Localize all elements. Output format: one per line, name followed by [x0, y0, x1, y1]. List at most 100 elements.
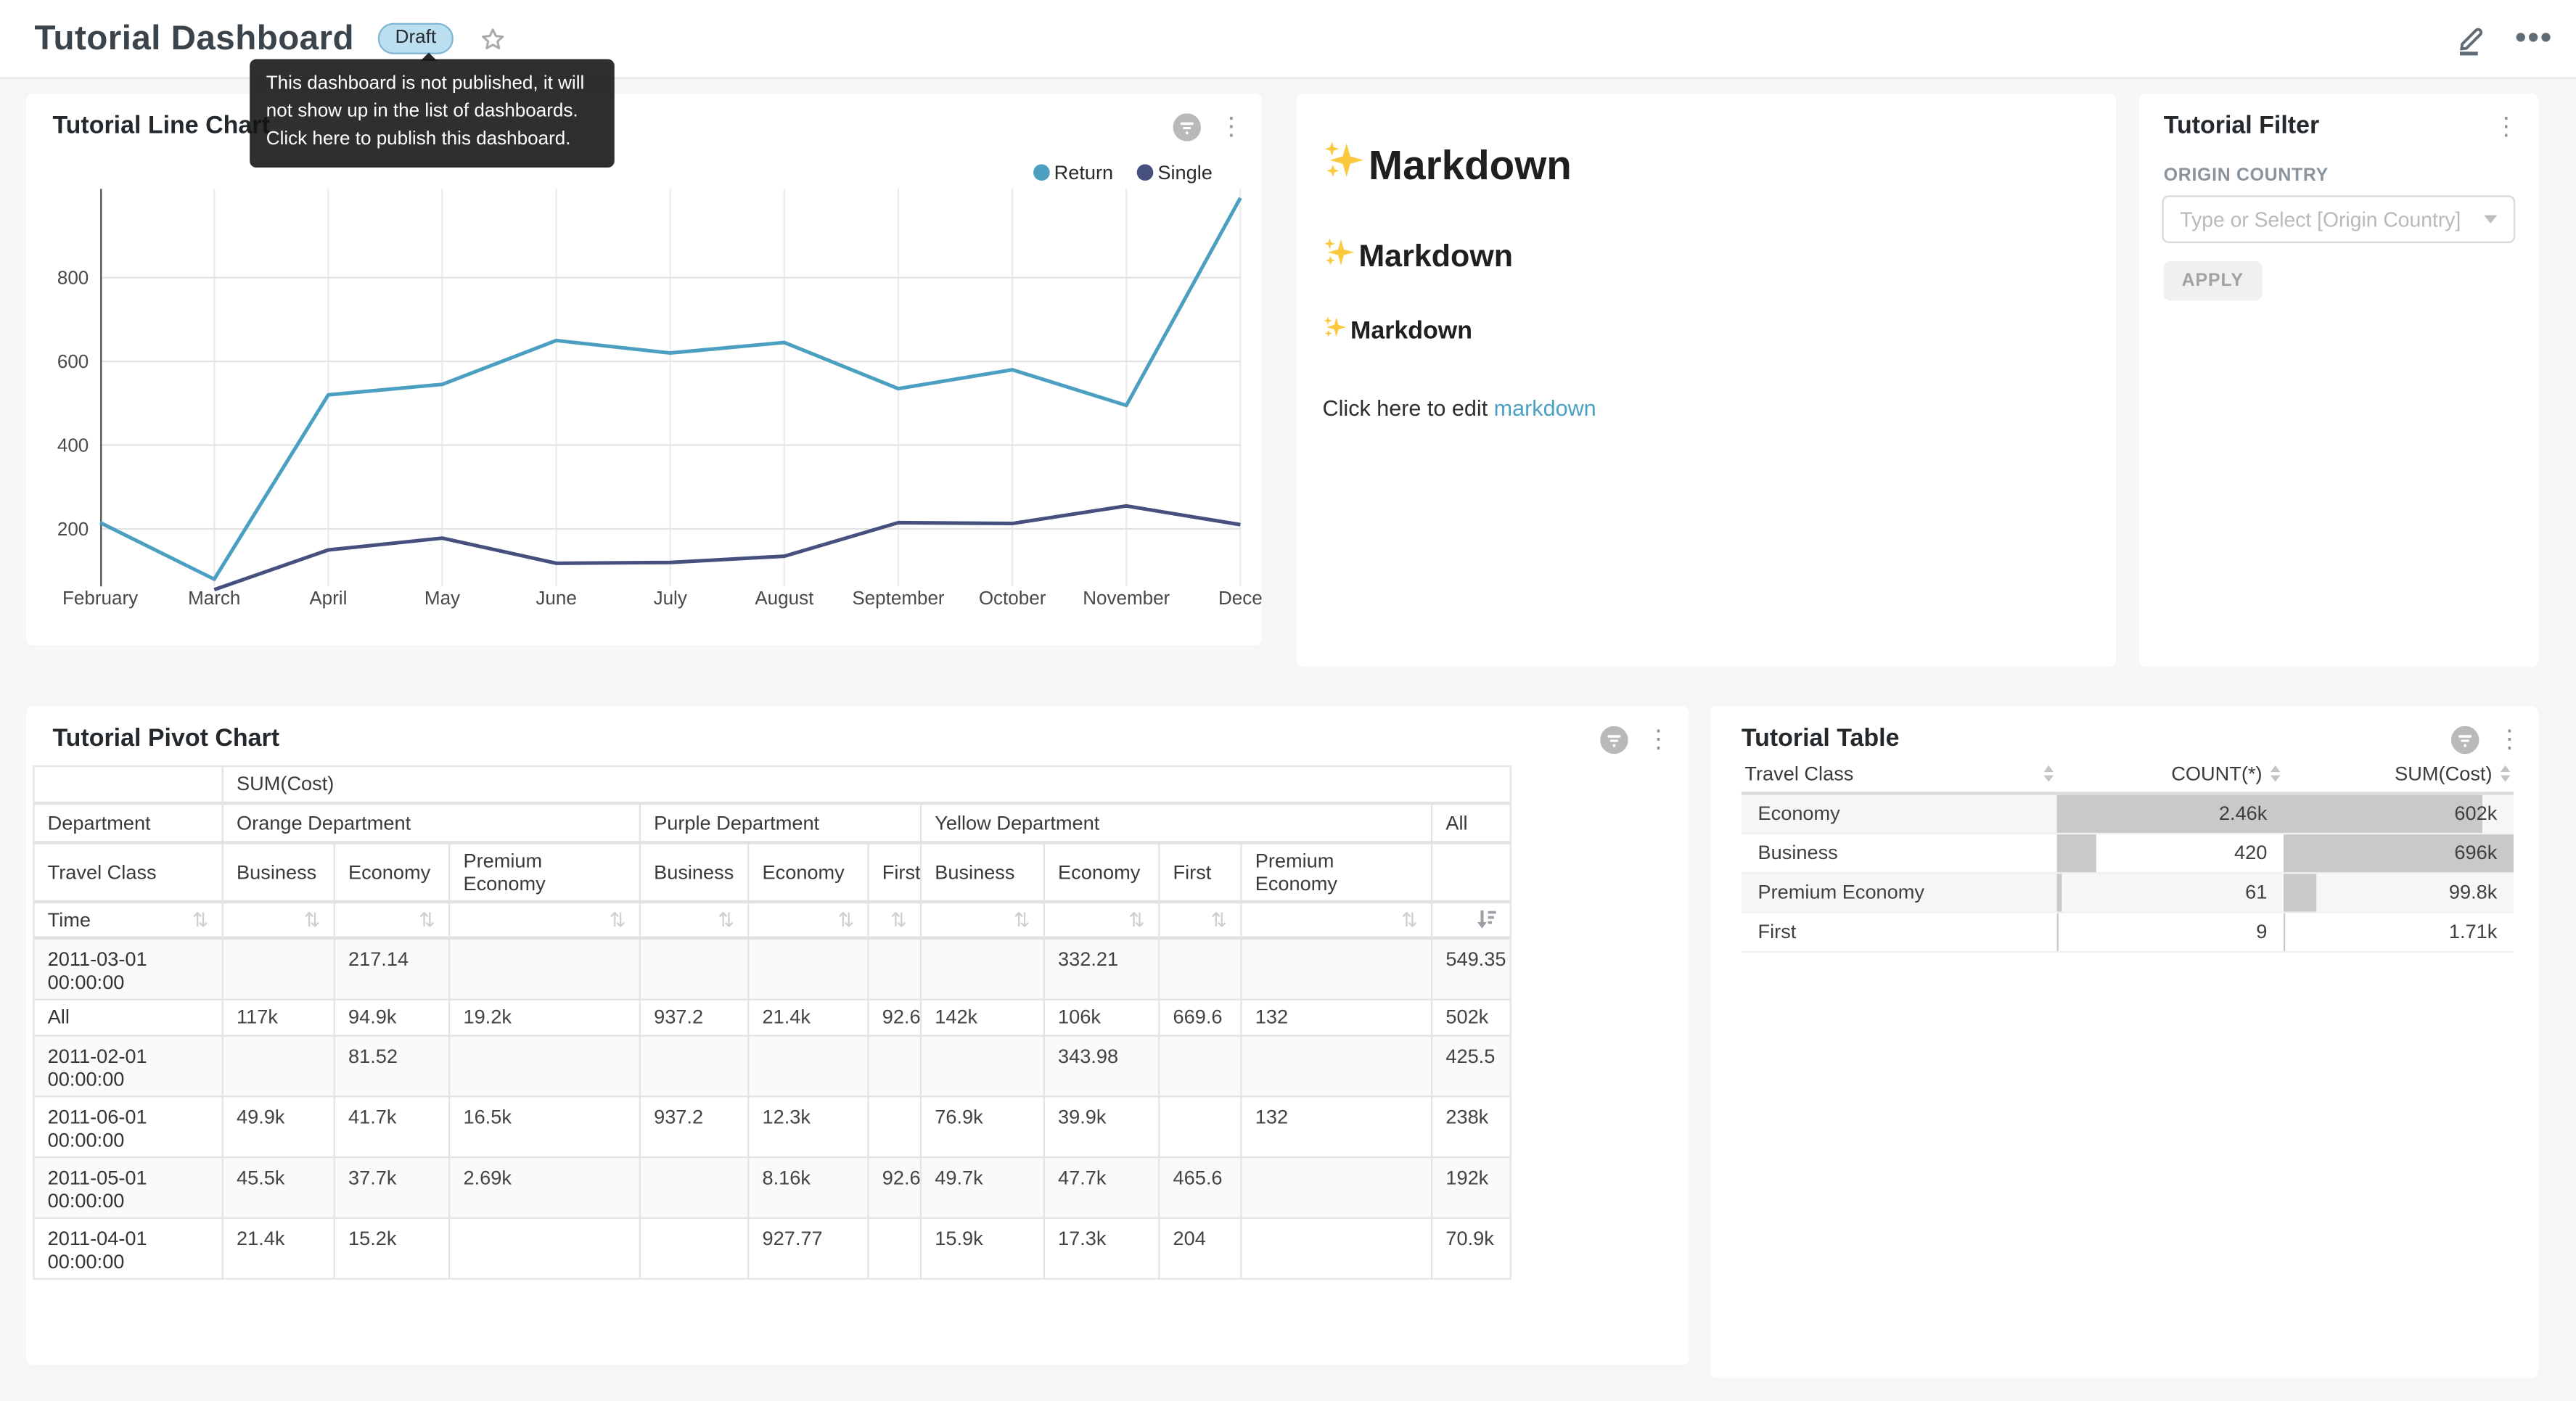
x-tick-label: July [654, 587, 687, 609]
pivot-cell: 332.21 [1044, 937, 1159, 999]
filter-scope-icon[interactable] [1600, 726, 1628, 763]
pivot-cell [1241, 1156, 1432, 1217]
pivot-corner-cell [33, 766, 222, 802]
pivot-cell: 12.3k [748, 1096, 868, 1156]
pivot-column-header: First [1159, 842, 1241, 901]
metric-cell: 602k [2284, 794, 2514, 834]
pivot-cell [921, 1035, 1044, 1096]
pivot-sort-cell: ⇅ [1241, 901, 1432, 937]
x-tick-label: February [62, 587, 138, 609]
sparkles-icon [1323, 316, 1348, 347]
table-column-header[interactable]: Travel Class [1742, 755, 2057, 793]
filter-scope-icon[interactable] [1173, 113, 1201, 149]
draft-tooltip[interactable]: This dashboard is not published, it will… [250, 59, 615, 168]
legend-item-single[interactable]: Single [1136, 161, 1213, 184]
pivot-cell [640, 1156, 748, 1217]
pivot-cell: 16.5k [449, 1096, 640, 1156]
y-tick-label: 200 [57, 518, 89, 540]
sort-icon[interactable]: ⇅ [192, 909, 209, 929]
x-tick-label: September [852, 587, 945, 609]
pivot-cell: 343.98 [1044, 1035, 1159, 1096]
metric-cell: 99.8k [2284, 873, 2514, 912]
sort-desc-icon[interactable] [1475, 908, 1496, 929]
sort-icon[interactable]: ⇅ [304, 909, 321, 929]
pivot-column-header: Premium Economy [1241, 842, 1432, 901]
pivot-cell: 502k [1432, 999, 1511, 1035]
y-tick-label: 600 [57, 350, 89, 372]
pivot-cell [223, 1035, 335, 1096]
pivot-cell: 217.14 [335, 937, 449, 999]
sort-icon[interactable]: ⇅ [718, 909, 734, 929]
pivot-group-header: Orange Department [223, 802, 640, 842]
pivot-cell: 49.9k [223, 1096, 335, 1156]
pivot-cell [921, 937, 1044, 999]
markdown-h1: Markdown [1323, 139, 2090, 194]
pivot-cell: 94.9k [335, 999, 449, 1035]
pivot-row: All117k94.9k19.2k937.221.4k92.6142k106k6… [33, 999, 1510, 1035]
more-options-icon[interactable]: ••• [2515, 30, 2553, 47]
pivot-cell: 41.7k [335, 1096, 449, 1156]
sort-icon[interactable]: ⇅ [1401, 909, 1418, 929]
pivot-row-label: 2011-04-01 00:00:00 [33, 1217, 222, 1278]
pivot-cell [449, 1035, 640, 1096]
sort-icon[interactable]: ⇅ [1128, 909, 1145, 929]
pivot-cell: 192k [1432, 1156, 1511, 1217]
metric-cell: 696k [2284, 834, 2514, 873]
metric-cell: 420 [2057, 834, 2284, 873]
filter-title: Tutorial Filter [2164, 112, 2319, 139]
pivot-cell: 15.2k [335, 1217, 449, 1278]
pivot-cell: 937.2 [640, 1096, 748, 1156]
pivot-cell [869, 937, 921, 999]
pivot-cell: 106k [1044, 999, 1159, 1035]
origin-country-label: ORIGIN COUNTRY [2164, 166, 2329, 186]
legend-item-return[interactable]: Return [1033, 161, 1113, 184]
sort-icon[interactable]: ⇅ [1014, 909, 1030, 929]
travel-class-cell: Business [1742, 834, 2057, 873]
legend-label: Return [1054, 161, 1114, 184]
chart-menu-kebab-icon[interactable]: ⋮ [1219, 113, 1242, 141]
metric-cell: 61 [2057, 873, 2284, 912]
pivot-column-header: First [869, 842, 921, 901]
chart-menu-kebab-icon[interactable]: ⋮ [1646, 726, 1670, 754]
table-row: Business420696k [1742, 834, 2514, 873]
sort-icon[interactable]: ⇅ [610, 909, 626, 929]
pivot-row: 2011-02-01 00:00:0081.52343.98425.5 [33, 1035, 1510, 1096]
edit-dashboard-icon[interactable] [2455, 21, 2486, 56]
pivot-cell [1241, 1217, 1432, 1278]
favorite-star-icon[interactable] [480, 25, 506, 52]
origin-country-select[interactable]: Type or Select [Origin Country] [2162, 195, 2515, 243]
x-tick-label: August [755, 587, 814, 609]
draft-badge[interactable]: Draft [377, 23, 454, 54]
markdown-paragraph-text: Click here to edit [1323, 396, 1494, 421]
x-tick-label: November [1083, 587, 1170, 609]
pivot-cell: 92.6 [869, 1156, 921, 1217]
sort-icon[interactable]: ⇅ [890, 909, 907, 929]
sort-icon[interactable]: ⇅ [838, 909, 855, 929]
table-row: First91.71k [1742, 913, 2514, 952]
table-column-header[interactable]: SUM(Cost) [2284, 755, 2514, 793]
pivot-chart-card: Tutorial Pivot Chart ⋮ SUM(Cost)Departme… [26, 707, 1689, 1365]
pivot-cell: 70.9k [1432, 1217, 1511, 1278]
legend-dot [1033, 164, 1049, 181]
sort-icon[interactable]: ⇅ [419, 909, 435, 929]
pivot-cell: 238k [1432, 1096, 1511, 1156]
pivot-row: 2011-03-01 00:00:00217.14332.21549.35 [33, 937, 1510, 999]
apply-button[interactable]: APPLY [2164, 261, 2262, 300]
pivot-row: 2011-04-01 00:00:0021.4k15.2k927.7715.9k… [33, 1217, 1510, 1278]
chart-menu-kebab-icon[interactable]: ⋮ [2497, 726, 2520, 754]
pivot-column-header: Business [223, 842, 335, 901]
pivot-table: SUM(Cost)DepartmentOrange DepartmentPurp… [33, 765, 1511, 1279]
metric-cell: 1.71k [2284, 913, 2514, 952]
pivot-cell [748, 1035, 868, 1096]
pivot-sort-cell: ⇅ [640, 901, 748, 937]
markdown-h2: Markdown [1323, 237, 2090, 279]
pivot-column-header: Business [640, 842, 748, 901]
pivot-cell: 142k [921, 999, 1044, 1035]
filter-menu-kebab-icon[interactable]: ⋮ [2494, 113, 2517, 141]
sort-icon[interactable]: ⇅ [1210, 909, 1227, 929]
markdown-edit-link[interactable]: markdown [1494, 396, 1596, 421]
pivot-sort-cell: ⇅ [1044, 901, 1159, 937]
table-column-header[interactable]: COUNT(*) [2057, 755, 2284, 793]
markdown-card: Markdown Markdown Markdown Click here to… [1296, 94, 2116, 667]
sparkles-icon [1323, 139, 1366, 194]
